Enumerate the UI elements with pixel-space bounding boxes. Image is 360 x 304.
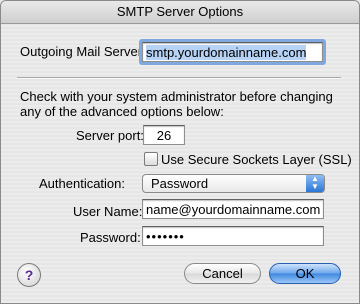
section-divider <box>17 77 341 79</box>
ok-button[interactable]: OK <box>269 263 341 284</box>
username-field[interactable]: name@yourdomainname.com <box>142 199 324 219</box>
advanced-note: Check with your system administrator bef… <box>20 89 333 119</box>
popup-arrows-icon: ▲ ▼ <box>306 175 324 192</box>
ssl-label: Use Secure Sockets Layer (SSL) <box>161 152 352 167</box>
username-label: User Name: <box>73 204 143 219</box>
server-port-label: Server port: <box>76 128 144 143</box>
window-title: SMTP Server Options <box>1 1 359 24</box>
outgoing-server-value: smtp.yourdomainname.com <box>146 45 307 60</box>
authentication-popup[interactable]: Password ▲ ▼ <box>142 174 325 193</box>
password-field[interactable]: ••••••• <box>142 226 324 246</box>
authentication-value: Password <box>151 176 209 191</box>
help-button[interactable]: ? <box>17 263 41 287</box>
password-label: Password: <box>80 230 141 245</box>
authentication-label: Authentication: <box>39 176 126 191</box>
outgoing-server-field[interactable]: smtp.yourdomainname.com <box>142 42 323 62</box>
outgoing-server-label: Outgoing Mail Server: <box>20 44 146 59</box>
cancel-button[interactable]: Cancel <box>184 263 261 284</box>
server-port-field[interactable]: 26 <box>143 125 185 145</box>
ssl-checkbox[interactable] <box>144 152 158 166</box>
smtp-options-dialog: SMTP Server Options Outgoing Mail Server… <box>0 0 360 304</box>
